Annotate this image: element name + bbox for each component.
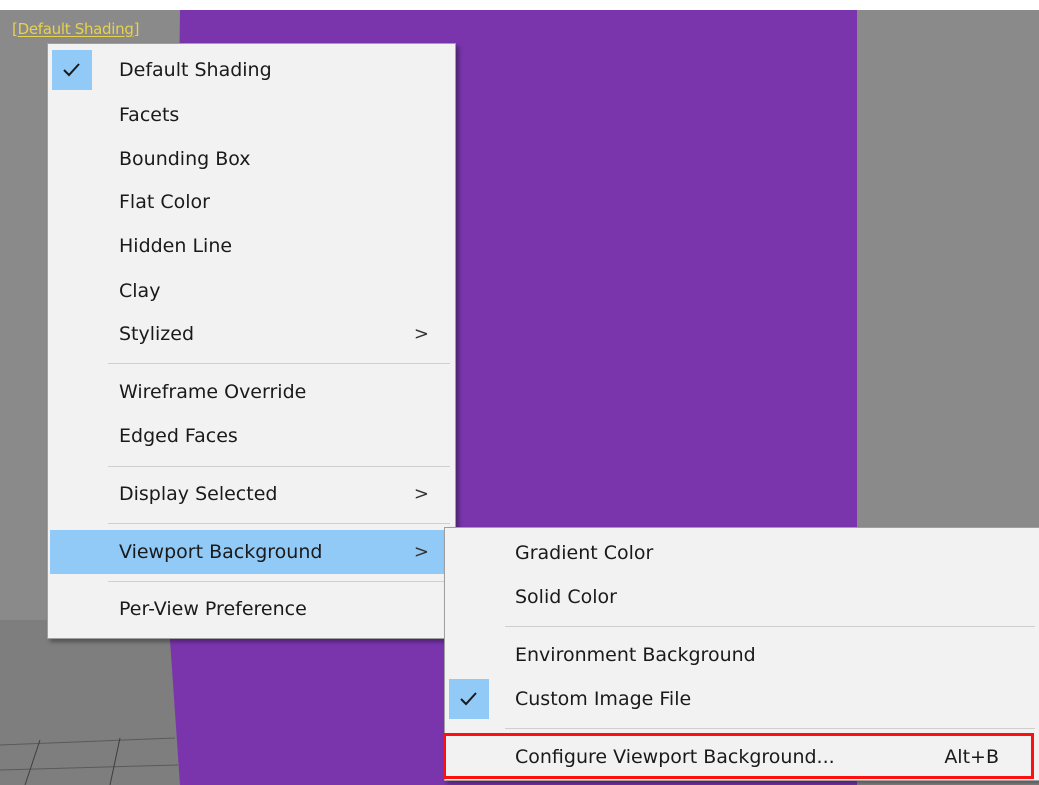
shading-mode-text[interactable]: Default Shading bbox=[18, 20, 134, 38]
menu-item-environment-background[interactable]: Environment Background bbox=[447, 633, 1037, 677]
menu-item-gradient-color[interactable]: Gradient Color bbox=[447, 531, 1037, 575]
menu-separator bbox=[108, 363, 450, 364]
menu-separator bbox=[505, 626, 1035, 627]
menu-item-label: Edged Faces bbox=[119, 425, 238, 447]
menu-item-label: Facets bbox=[119, 104, 180, 126]
menu-item-label: Stylized bbox=[119, 323, 195, 345]
menu-item-stylized[interactable]: Stylized > bbox=[50, 312, 453, 356]
menu-item-label: Solid Color bbox=[515, 586, 617, 608]
menu-item-hidden-line[interactable]: Hidden Line bbox=[50, 224, 453, 268]
check-mark-icon bbox=[52, 50, 92, 90]
menu-separator bbox=[108, 581, 450, 582]
menu-item-edged-faces[interactable]: Edged Faces bbox=[50, 414, 453, 458]
menu-item-label: Wireframe Override bbox=[119, 381, 307, 403]
menu-item-label: Custom Image File bbox=[515, 688, 692, 710]
menu-item-label: Flat Color bbox=[119, 191, 210, 213]
menu-item-label: Bounding Box bbox=[119, 148, 251, 170]
menu-item-label: Display Selected bbox=[119, 483, 278, 505]
menu-item-label: Default Shading bbox=[119, 59, 272, 81]
menu-item-clay[interactable]: Clay bbox=[50, 269, 453, 313]
submenu-arrow-icon: > bbox=[413, 541, 429, 563]
submenu-arrow-icon: > bbox=[413, 483, 429, 505]
menu-separator bbox=[505, 728, 1035, 729]
menu-item-label: Environment Background bbox=[515, 644, 756, 666]
menu-item-bounding-box[interactable]: Bounding Box bbox=[50, 137, 453, 181]
menu-separator bbox=[108, 523, 450, 524]
menu-item-label: Gradient Color bbox=[515, 542, 654, 564]
menu-item-label: Clay bbox=[119, 280, 161, 302]
menu-item-label: Per-View Preference bbox=[119, 598, 307, 620]
menu-item-facets[interactable]: Facets bbox=[50, 93, 453, 137]
menu-item-default-shading[interactable]: Default Shading bbox=[50, 48, 453, 92]
menu-item-custom-image-file[interactable]: Custom Image File bbox=[447, 677, 1037, 721]
menu-item-wireframe-override[interactable]: Wireframe Override bbox=[50, 370, 453, 414]
menu-item-flat-color[interactable]: Flat Color bbox=[50, 180, 453, 224]
menu-item-display-selected[interactable]: Display Selected > bbox=[50, 472, 453, 516]
shading-context-menu: Default Shading Facets Bounding Box Flat… bbox=[47, 43, 456, 639]
menu-item-per-view-preference[interactable]: Per-View Preference bbox=[50, 587, 453, 631]
check-mark-icon bbox=[449, 679, 489, 719]
submenu-arrow-icon: > bbox=[413, 323, 429, 345]
label-bracket-close: ] bbox=[133, 20, 140, 38]
menu-item-viewport-background[interactable]: Viewport Background > bbox=[50, 530, 453, 574]
viewport-shading-label[interactable]: [Default Shading] bbox=[12, 20, 139, 38]
menu-item-label: Hidden Line bbox=[119, 235, 233, 257]
viewport[interactable]: [Default Shading] Default Shading Facets… bbox=[0, 0, 1039, 785]
menu-separator bbox=[108, 466, 450, 467]
menu-item-solid-color[interactable]: Solid Color bbox=[447, 575, 1037, 619]
emphasis-outline bbox=[443, 733, 1034, 779]
menu-item-label: Viewport Background bbox=[119, 541, 323, 563]
